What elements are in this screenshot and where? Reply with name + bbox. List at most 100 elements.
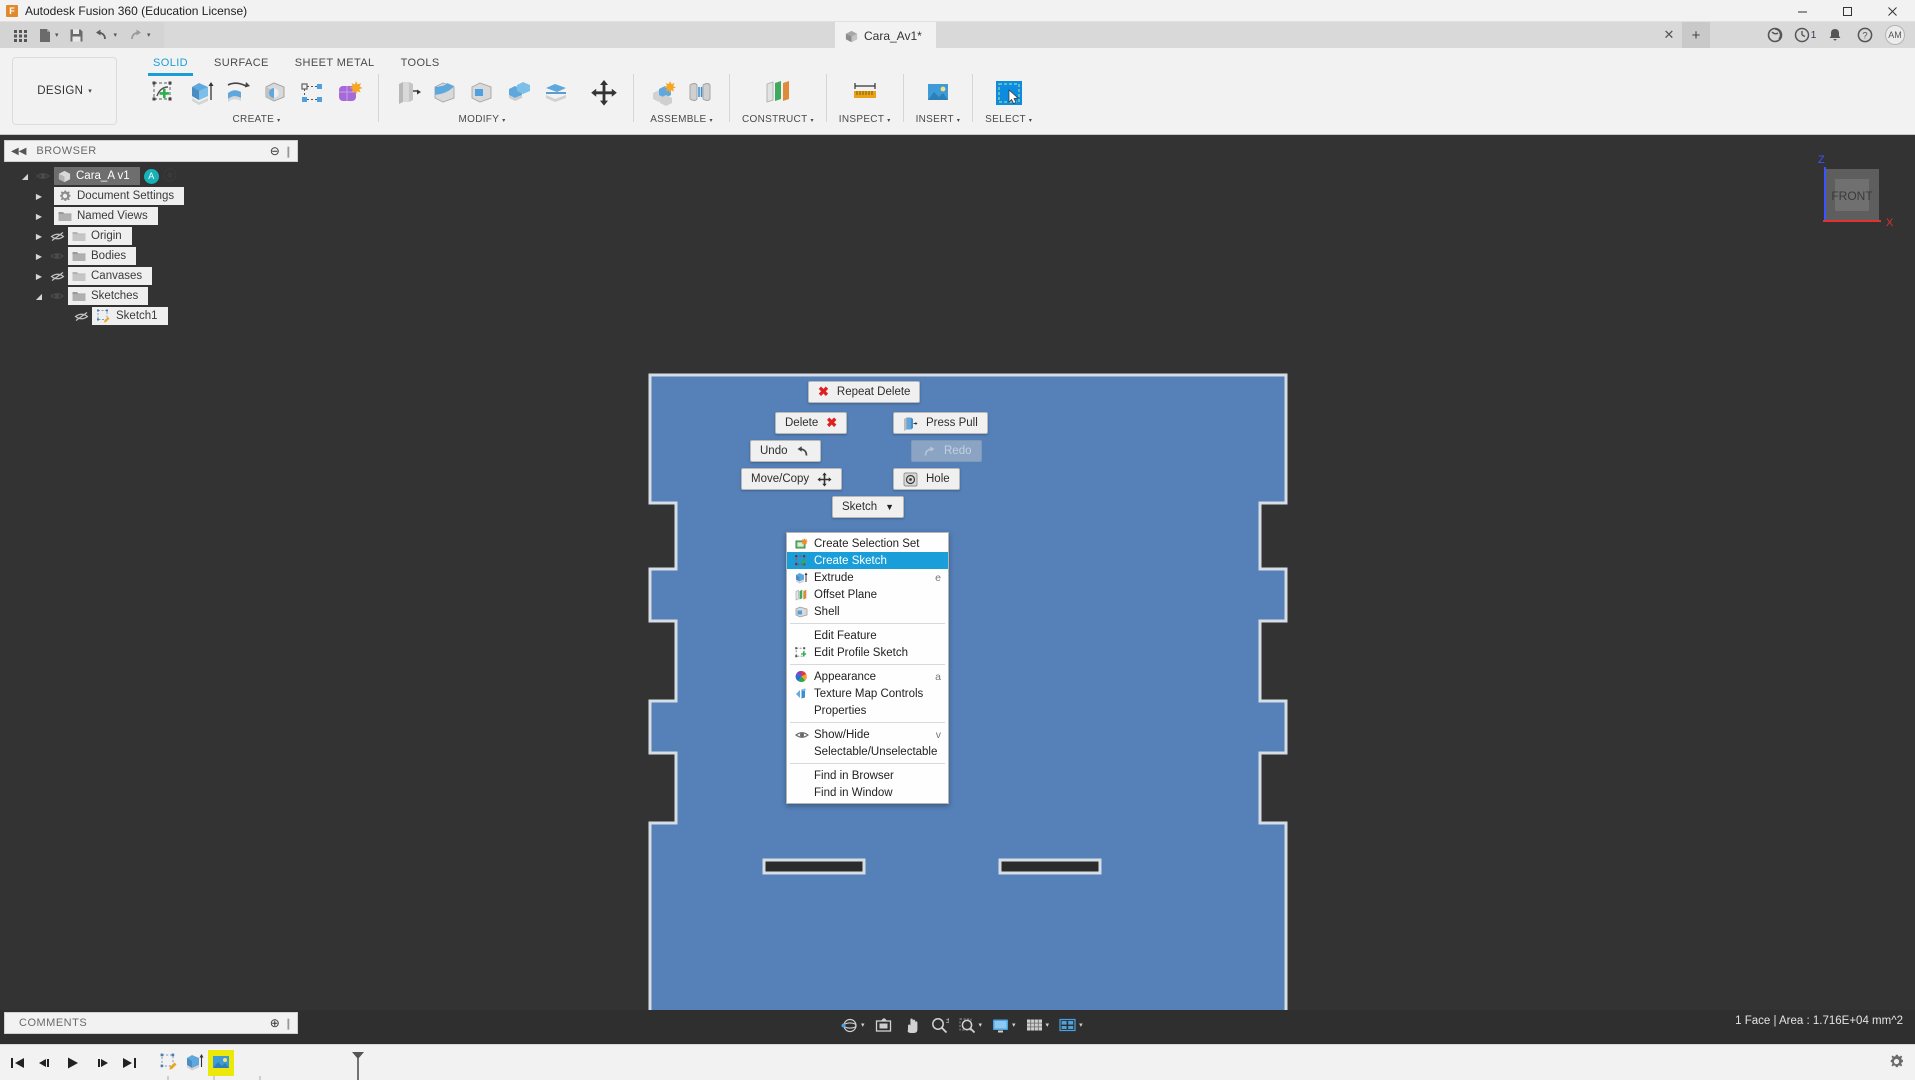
visibility-eye-icon[interactable]	[32, 167, 54, 185]
timeline-settings-icon[interactable]	[1888, 1053, 1905, 1075]
slot-cutout-left[interactable]	[762, 858, 866, 875]
expand-arrow-icon[interactable]: ▶	[32, 186, 46, 206]
grid-apps-icon[interactable]	[8, 22, 33, 48]
visibility-eye-icon[interactable]	[46, 247, 68, 265]
marking-menu-hole[interactable]: Hole	[893, 468, 960, 490]
skip-start-icon[interactable]	[4, 1048, 30, 1078]
help-icon[interactable]: ?	[1851, 22, 1879, 48]
tree-label-box[interactable]: Sketches	[68, 287, 149, 305]
expand-arrow-icon[interactable]: ▶	[32, 206, 46, 226]
slot-cutout-right[interactable]	[998, 858, 1102, 875]
data-panel-icon[interactable]	[1761, 22, 1789, 48]
panel-grip[interactable]: ❙	[284, 1017, 293, 1030]
timeline-feature-sketch[interactable]	[156, 1050, 182, 1076]
shell-icon[interactable]	[465, 75, 499, 111]
undo-button[interactable]: ▾	[89, 22, 123, 48]
context-menu-item-find-in-window[interactable]: Find in Window	[787, 784, 948, 801]
marking-menu-delete[interactable]: Delete ✖	[775, 412, 848, 434]
sweep-icon[interactable]	[258, 75, 292, 111]
panel-title-select[interactable]: SELECT ▾	[985, 114, 1032, 125]
activate-component-icon[interactable]	[163, 167, 177, 185]
look-at-button[interactable]	[870, 1012, 897, 1038]
view-cube[interactable]: FRONT Z X	[1801, 147, 1897, 247]
create-sketch-icon[interactable]	[147, 75, 181, 111]
split-face-icon[interactable]	[539, 75, 573, 111]
expand-arrow-icon[interactable]: ▶	[32, 266, 46, 286]
tab-tools[interactable]: TOOLS	[388, 54, 453, 72]
form-icon[interactable]	[332, 75, 366, 111]
panel-title-modify[interactable]: MODIFY ▾	[459, 114, 506, 125]
visibility-eye-hidden-icon[interactable]	[46, 267, 68, 285]
play-icon[interactable]	[60, 1048, 86, 1078]
appearance-badge[interactable]: A	[143, 168, 159, 184]
tree-node-origin[interactable]: ▶ Origin	[0, 226, 302, 246]
tree-node-named-views[interactable]: ▶ Named Views	[0, 206, 302, 226]
zoom-button[interactable]: ±	[926, 1012, 953, 1038]
skip-end-icon[interactable]	[116, 1048, 142, 1078]
context-menu-item-show-hide[interactable]: Show/Hide v	[787, 726, 948, 743]
expand-arrow-icon[interactable]: ◢	[32, 286, 46, 306]
context-menu-item-edit-feature[interactable]: Edit Feature	[787, 627, 948, 644]
tree-label-box[interactable]: Named Views	[54, 207, 158, 225]
document-tab-close-button[interactable]: ✕	[1658, 22, 1680, 48]
tree-label-box[interactable]: Sketch1	[92, 307, 168, 325]
fillet-icon[interactable]	[428, 75, 462, 111]
minimize-panel-icon[interactable]: ⊖	[270, 144, 280, 158]
measure-icon[interactable]	[848, 75, 882, 111]
expand-arrow-icon[interactable]: ▶	[32, 246, 46, 266]
offset-plane-icon[interactable]	[761, 75, 795, 111]
panel-title-create[interactable]: CREATE ▾	[233, 114, 281, 125]
viewports-button[interactable]: ▾	[1054, 1012, 1087, 1038]
joint-icon[interactable]	[683, 75, 717, 111]
workspace-selector[interactable]: DESIGN ▾	[12, 57, 117, 125]
tab-surface[interactable]: SURFACE	[201, 54, 282, 72]
sheet-metal-flange-icon[interactable]	[295, 75, 329, 111]
new-file-button[interactable]: ▾	[33, 22, 64, 48]
expand-arrow-icon[interactable]: ◢	[18, 166, 32, 186]
extrude-icon[interactable]	[184, 75, 218, 111]
context-menu-item-create-sketch[interactable]: Create Sketch	[787, 552, 948, 569]
collapse-icon[interactable]: ◀◀	[11, 146, 26, 157]
step-forward-icon[interactable]	[88, 1048, 114, 1078]
tree-node-sketches[interactable]: ◢ Sketches	[0, 286, 302, 306]
tree-node-document-settings[interactable]: ▶ Document Settings	[0, 186, 302, 206]
press-pull-icon[interactable]	[391, 75, 425, 111]
tree-label-box[interactable]: Bodies	[68, 247, 137, 265]
tree-label-box[interactable]: Cara_A v1	[54, 167, 140, 185]
redo-button[interactable]: ▾	[122, 22, 156, 48]
tree-node-bodies[interactable]: ▶ Bodies	[0, 246, 302, 266]
marking-menu-sketch[interactable]: Sketch ▼	[832, 496, 905, 518]
close-button[interactable]	[1870, 0, 1915, 22]
context-menu-item-appearance[interactable]: Appearance a	[787, 668, 948, 685]
visibility-eye-hidden-icon[interactable]	[46, 227, 68, 245]
insert-image-icon[interactable]	[921, 75, 955, 111]
grid-snaps-button[interactable]: ▾	[1021, 1012, 1054, 1038]
context-menu-item-create-selection-set[interactable]: Create Selection Set	[787, 535, 948, 552]
panel-title-assemble[interactable]: ASSEMBLE ▾	[650, 114, 713, 125]
save-button[interactable]	[64, 22, 89, 48]
tree-node-sketch1[interactable]: Sketch1	[0, 306, 302, 326]
tab-solid[interactable]: SOLID	[140, 54, 201, 76]
context-menu-item-properties[interactable]: Properties	[787, 702, 948, 719]
context-menu-item-offset-plane[interactable]: Offset Plane	[787, 586, 948, 603]
minimize-button[interactable]	[1780, 0, 1825, 22]
context-menu-item-edit-profile-sketch[interactable]: Edit Profile Sketch	[787, 644, 948, 661]
context-menu-item-shell[interactable]: Shell	[787, 603, 948, 620]
new-component-icon[interactable]	[646, 75, 680, 111]
display-settings-button[interactable]: ▾	[987, 1012, 1020, 1038]
select-icon[interactable]	[992, 75, 1026, 111]
avatar[interactable]: AM	[1885, 25, 1905, 45]
context-menu-item-find-in-browser[interactable]: Find in Browser	[787, 767, 948, 784]
panel-grip[interactable]: ❙	[284, 145, 293, 158]
timeline-end-marker[interactable]	[352, 1051, 364, 1080]
timeline-feature-canvas[interactable]	[208, 1049, 234, 1076]
maximize-button[interactable]	[1825, 0, 1870, 22]
panel-title-construct[interactable]: CONSTRUCT ▾	[742, 114, 814, 125]
tree-node-canvases[interactable]: ▶ Canvases	[0, 266, 302, 286]
orbit-button[interactable]: ▾	[836, 1012, 869, 1038]
move-copy-icon[interactable]	[587, 75, 621, 111]
tree-label-box[interactable]: Document Settings	[54, 187, 185, 205]
tab-sheet-metal[interactable]: SHEET METAL	[282, 54, 388, 72]
marking-menu-undo[interactable]: Undo	[750, 440, 821, 462]
pan-button[interactable]	[898, 1012, 925, 1038]
